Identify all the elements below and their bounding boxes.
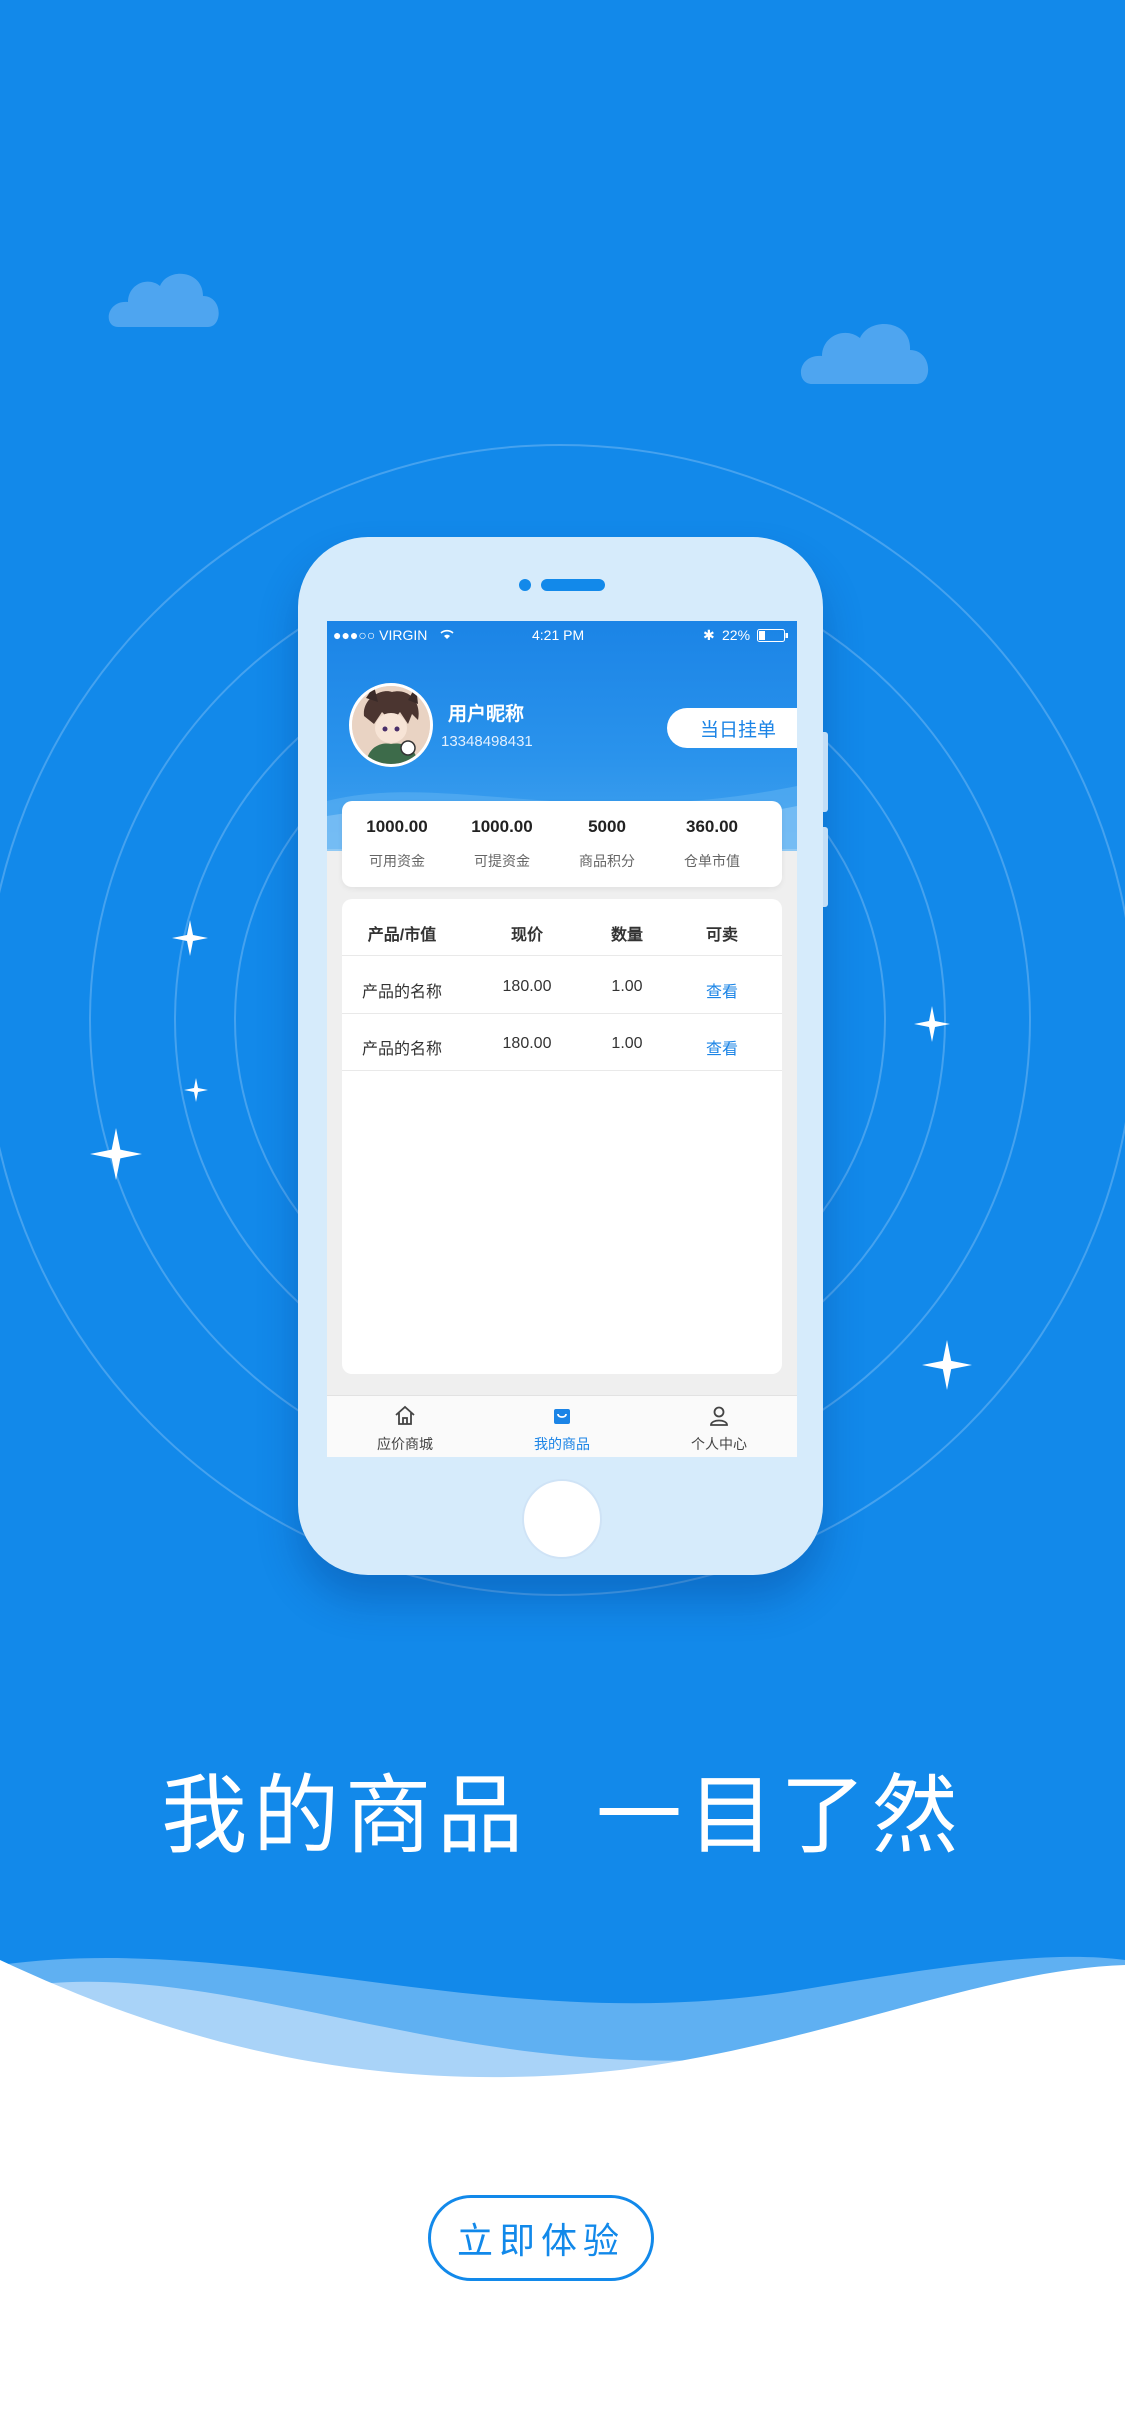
- tab-personal-center[interactable]: 个人中心: [641, 1396, 797, 1457]
- current-price: 180.00: [502, 978, 552, 995]
- phone-speaker: [541, 579, 605, 591]
- app-screen: ●●●○○ VIRGIN 4:21 PM ✱ 22% 用户昵称 13348498…: [327, 621, 797, 1457]
- sparkle-icon: [90, 1128, 142, 1180]
- current-price: 180.00: [502, 1035, 552, 1052]
- sparkle-icon: [184, 1078, 208, 1102]
- cloud-icon: [800, 324, 929, 384]
- status-bar: ●●●○○ VIRGIN 4:21 PM ✱ 22%: [327, 621, 797, 649]
- column-header: 数量: [610, 927, 643, 944]
- product-name: 产品的名称: [361, 984, 442, 1001]
- stat-value: 1000.00: [471, 817, 533, 836]
- shopping-bag-icon: [554, 1409, 570, 1424]
- carrier-text: ●●●○○ VIRGIN: [333, 627, 428, 643]
- bottom-tab-bar: 应价商城 我的商品 个人中心: [327, 1395, 797, 1457]
- column-header: 产品/市值: [367, 927, 437, 944]
- phone-home-button: [522, 1479, 602, 1559]
- row-divider: [342, 955, 782, 956]
- stat-value: 360.00: [686, 817, 738, 836]
- stat-label: 可用资金: [369, 853, 425, 869]
- tab-price-mall[interactable]: 应价商城: [327, 1396, 483, 1457]
- user-icon: [710, 1406, 728, 1426]
- stat-label: 可提资金: [474, 853, 530, 869]
- bluetooth-icon: ✱: [703, 627, 715, 643]
- tab-label: 应价商城: [377, 1436, 433, 1452]
- battery-icon: [757, 629, 788, 642]
- stat-label: 仓单市值: [684, 853, 740, 869]
- stat-value: 1000.00: [366, 817, 428, 836]
- sparkle-icon: [172, 920, 208, 956]
- time-text: 4:21 PM: [532, 627, 585, 643]
- wifi-icon: [440, 629, 454, 639]
- tab-label: 个人中心: [691, 1436, 747, 1452]
- view-link[interactable]: 查看: [677, 1035, 767, 1059]
- row-divider: [342, 1013, 782, 1014]
- tab-my-products[interactable]: 我的商品: [484, 1396, 640, 1457]
- avatar-image: [352, 686, 430, 764]
- column-header: 可卖: [705, 927, 738, 944]
- product-name: 产品的名称: [361, 1041, 442, 1058]
- product-table: 产品/市值 现价 数量 可卖 产品的名称 180.00 1.00 查看 产品的名…: [342, 899, 782, 1374]
- column-header: 现价: [510, 927, 543, 944]
- user-nickname: 用户昵称: [448, 704, 525, 725]
- row-divider: [342, 1070, 782, 1071]
- stat-value: 5000: [588, 817, 626, 836]
- quantity: 1.00: [611, 1035, 643, 1052]
- tab-label: 我的商品: [534, 1436, 590, 1452]
- battery-text: 22%: [722, 627, 751, 643]
- sparkle-icon: [922, 1340, 972, 1390]
- sparkle-icon: [914, 1006, 950, 1042]
- headline-text: 我的商品 一目了然: [161, 1766, 964, 1866]
- cloud-icon: [108, 273, 219, 327]
- stat-label: 商品积分: [579, 853, 635, 869]
- quantity: 1.00: [611, 978, 643, 995]
- try-now-button[interactable]: 立即体验: [428, 2195, 654, 2281]
- phone-side-button: [823, 827, 828, 907]
- account-stats-card: 1000.00 可用资金 1000.00 可提资金 5000 商品积分 360.…: [342, 801, 782, 887]
- daily-order-button[interactable]: 当日挂单: [667, 708, 797, 748]
- home-icon: [395, 1405, 415, 1425]
- avatar[interactable]: [349, 683, 433, 767]
- phone-camera: [519, 579, 531, 591]
- view-link[interactable]: 查看: [677, 978, 767, 1002]
- phone-side-button: [823, 732, 828, 812]
- user-phone: 13348498431: [441, 733, 533, 750]
